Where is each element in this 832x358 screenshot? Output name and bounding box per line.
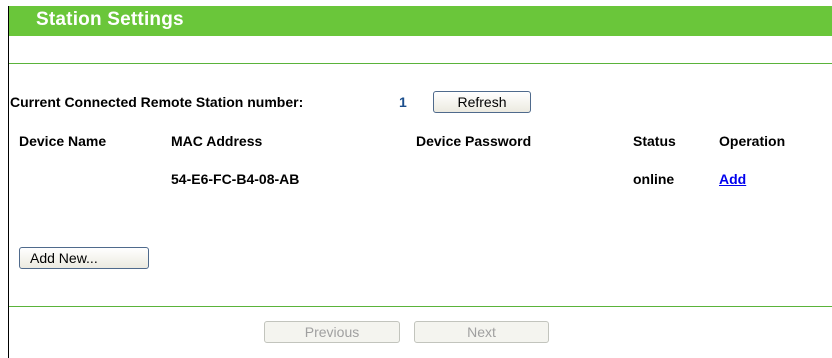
- add-station-link[interactable]: Add: [719, 171, 746, 187]
- title-bar: Station Settings: [9, 6, 832, 36]
- next-button[interactable]: Next: [414, 321, 549, 343]
- connected-count-label: Current Connected Remote Station number:: [10, 94, 304, 110]
- add-new-button[interactable]: Add New...: [19, 247, 149, 269]
- column-header-mac-address: MAC Address: [171, 133, 263, 149]
- column-header-device-name: Device Name: [19, 133, 107, 149]
- column-header-device-password: Device Password: [416, 133, 532, 149]
- page-title: Station Settings: [36, 9, 184, 30]
- top-divider: [9, 63, 832, 64]
- bottom-divider: [9, 306, 832, 307]
- previous-button[interactable]: Previous: [264, 321, 400, 343]
- refresh-button[interactable]: Refresh: [433, 91, 531, 113]
- row-mac-address: 54-E6-FC-B4-08-AB: [171, 171, 300, 187]
- column-header-operation: Operation: [719, 133, 786, 149]
- row-status: online: [633, 171, 675, 187]
- column-header-status: Status: [633, 133, 676, 149]
- station-settings-panel: Station Settings Current Connected Remot…: [8, 6, 832, 358]
- connected-count-value: 1: [399, 94, 407, 110]
